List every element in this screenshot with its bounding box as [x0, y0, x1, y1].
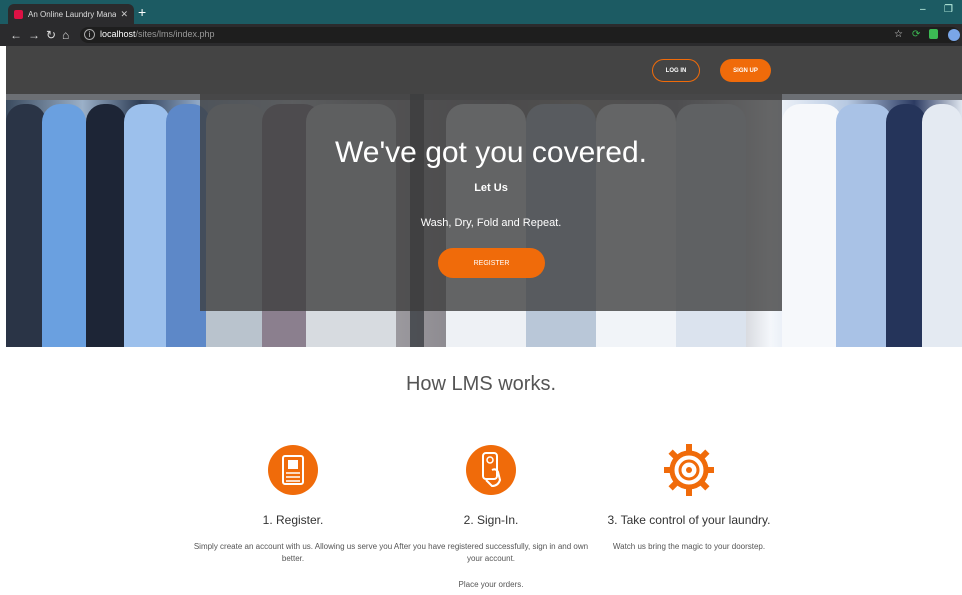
- shirt-image: [6, 104, 46, 347]
- reload-icon[interactable]: ↻: [46, 27, 56, 43]
- hero-title: We've got you covered.: [334, 136, 647, 169]
- signup-button[interactable]: SIGN UP: [720, 59, 771, 82]
- forward-icon[interactable]: →: [28, 27, 40, 43]
- restore-icon[interactable]: ❐: [944, 4, 953, 15]
- shirt-image: [42, 104, 86, 347]
- step-1-description: Simply create an account with us. Allowi…: [193, 542, 393, 563]
- favicon-icon: [14, 9, 23, 19]
- site-info-icon[interactable]: i: [84, 29, 95, 40]
- new-tab-button[interactable]: +: [138, 4, 146, 20]
- site-header: [6, 46, 962, 94]
- step-2-extra: Place your orders.: [458, 580, 524, 589]
- extension-icon[interactable]: ⟳: [912, 29, 920, 41]
- shirt-image: [86, 104, 126, 347]
- browser-toolbar: ← → ↻ ⌂ i localhost/sites/lms/index.php …: [0, 24, 962, 46]
- shirt-image: [836, 104, 892, 347]
- shirt-image: [782, 104, 842, 347]
- back-icon[interactable]: ←: [10, 27, 22, 43]
- browser-tab-bar: An Online Laundry Management ✕ + – ❐: [0, 0, 962, 24]
- shirt-image: [886, 104, 926, 347]
- step-3-heading: 3. Take control of your laundry.: [607, 513, 771, 527]
- close-tab-icon[interactable]: ✕: [120, 9, 128, 20]
- url-text[interactable]: localhost/sites/lms/index.php: [100, 29, 215, 39]
- shirt-image: [922, 104, 962, 347]
- step-1-heading: 1. Register.: [262, 513, 324, 527]
- browser-tab[interactable]: An Online Laundry Management ✕: [8, 4, 134, 24]
- minimize-icon[interactable]: –: [920, 4, 926, 15]
- hero-subtitle: Let Us: [474, 182, 508, 194]
- step-3-description: Watch us bring the magic to your doorste…: [612, 542, 766, 551]
- hero-overlay: [200, 94, 782, 311]
- gear-target-icon: [664, 444, 714, 496]
- section-title: How LMS works.: [405, 373, 557, 395]
- step-2-heading: 2. Sign-In.: [463, 513, 519, 527]
- hero-tagline: Wash, Dry, Fold and Repeat.: [420, 217, 562, 229]
- login-button[interactable]: LOG IN: [652, 59, 700, 82]
- bookmark-star-icon[interactable]: ☆: [894, 29, 903, 41]
- home-icon[interactable]: ⌂: [62, 27, 69, 43]
- hero-banner: We've got you covered. Let Us Wash, Dry,…: [6, 94, 962, 347]
- extension-green-icon[interactable]: [929, 29, 938, 39]
- register-button[interactable]: REGISTER: [438, 248, 545, 278]
- step-2-description: After you have registered successfully, …: [393, 542, 589, 563]
- shirt-image: [124, 104, 170, 347]
- phone-touch-icon: [466, 445, 516, 495]
- tab-title: An Online Laundry Management: [28, 9, 117, 19]
- id-card-icon: [268, 445, 318, 495]
- profile-avatar[interactable]: [948, 29, 960, 41]
